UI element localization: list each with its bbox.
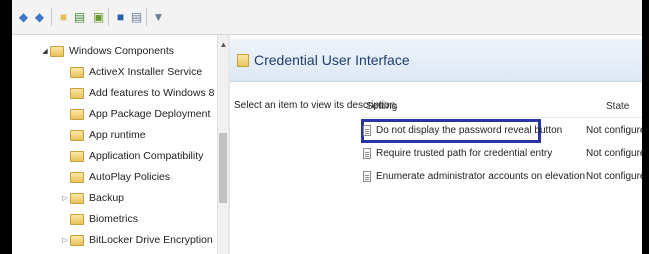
- tree-item[interactable]: Application Compatibility: [60, 146, 203, 166]
- toolbar: ◆ ◆ ■ ▤ ▣ ■ ▤ ▼: [12, 0, 642, 35]
- policy-setting-icon: [363, 148, 371, 159]
- tree-item-label: App Package Deployment: [89, 108, 211, 120]
- tree-item-label: AutoPlay Policies: [89, 171, 171, 183]
- details-title: Credential User Interface: [254, 52, 410, 68]
- navigation-tree: ◢ Windows Components ActiveX Installer Ser…: [12, 35, 217, 254]
- tree-item-label: App runtime: [89, 129, 146, 141]
- scroll-up-arrow-icon[interactable]: ▲: [219, 40, 228, 49]
- folder-icon: [70, 108, 84, 120]
- back-arrow-icon[interactable]: ◆: [16, 9, 31, 24]
- tree-item-label: ActiveX Installer Service: [89, 66, 203, 78]
- column-header-divider: [363, 117, 642, 118]
- tree-scrollbar[interactable]: ▲: [217, 35, 228, 254]
- setting-name: Enumerate administrator accounts on elev…: [376, 171, 586, 182]
- filter-icon[interactable]: ▼: [151, 9, 166, 24]
- folder-icon: [70, 213, 84, 225]
- tree-item[interactable]: App Package Deployment: [60, 104, 210, 124]
- toolbar-separator: [146, 8, 147, 26]
- tree-item-label: Application Compatibility: [89, 150, 204, 162]
- tree-item-label: Add features to Windows 8: [89, 87, 215, 99]
- export-list-icon[interactable]: ▣: [91, 9, 106, 24]
- policy-setting-icon: [363, 171, 371, 182]
- folder-icon: [70, 87, 84, 99]
- details-header: Credential User Interface: [230, 39, 642, 82]
- tree-item[interactable]: ActiveX Installer Service: [60, 62, 202, 82]
- tree-item-label: BitLocker Drive Encryption: [89, 234, 213, 246]
- setting-row[interactable]: Require trusted path for credential entr…: [363, 144, 642, 166]
- column-header-state[interactable]: State: [606, 101, 629, 112]
- folder-icon: [70, 171, 84, 183]
- scroll-thumb[interactable]: [219, 133, 227, 203]
- folder-icon: [70, 150, 84, 162]
- tree-item[interactable]: AutoPlay Policies: [60, 167, 170, 187]
- setting-state: Not configured: [586, 171, 642, 182]
- folder-icon: [70, 66, 84, 78]
- tree-item[interactable]: Add features to Windows 8: [60, 83, 214, 103]
- column-header-setting[interactable]: Setting: [366, 101, 397, 112]
- collapse-arrow-icon[interactable]: ◢: [40, 47, 50, 55]
- policy-setting-icon: [363, 125, 371, 136]
- tree-item[interactable]: App runtime: [60, 125, 146, 145]
- folder-icon: [50, 45, 64, 57]
- expand-arrow-icon[interactable]: ▷: [60, 194, 70, 202]
- show-hide-tree-icon[interactable]: ▤: [72, 9, 87, 24]
- expand-arrow-icon[interactable]: ▷: [60, 236, 70, 244]
- setting-state: Not configured: [586, 125, 642, 136]
- setting-name: Require trusted path for credential entr…: [376, 148, 553, 159]
- tree-item[interactable]: ▷ Backup: [60, 188, 124, 208]
- details-pane: Credential User Interface Select an item…: [230, 35, 642, 254]
- folder-icon: [237, 54, 249, 67]
- folder-icon: [70, 192, 84, 204]
- folder-icon: [70, 129, 84, 141]
- setting-state: Not configured: [586, 148, 642, 159]
- tree-item-label: Biometrics: [89, 213, 139, 225]
- tree-item-label: Windows Components: [69, 45, 175, 57]
- tree-item[interactable]: ▷ BitLocker Drive Encryption: [60, 230, 213, 250]
- setting-name: Do not display the password reveal butto…: [376, 125, 563, 136]
- properties-icon[interactable]: ▤: [129, 9, 144, 24]
- folder-icon: [70, 234, 84, 246]
- setting-row[interactable]: Enumerate administrator accounts on elev…: [363, 167, 642, 189]
- toolbar-separator: [108, 8, 109, 26]
- tree-item[interactable]: Biometrics: [60, 209, 138, 229]
- help-icon[interactable]: ■: [113, 9, 128, 24]
- setting-row[interactable]: Do not display the password reveal butto…: [361, 119, 642, 143]
- up-folder-icon[interactable]: ■: [56, 9, 71, 24]
- toolbar-separator: [51, 8, 52, 26]
- tree-item-label: Backup: [89, 192, 125, 204]
- forward-arrow-icon[interactable]: ◆: [32, 9, 47, 24]
- tree-item[interactable]: ◢ Windows Components: [40, 41, 174, 61]
- group-policy-editor-window: ◆ ◆ ■ ▤ ▣ ■ ▤ ▼ ◢ Windows Components ActiveX Inst…: [12, 0, 642, 254]
